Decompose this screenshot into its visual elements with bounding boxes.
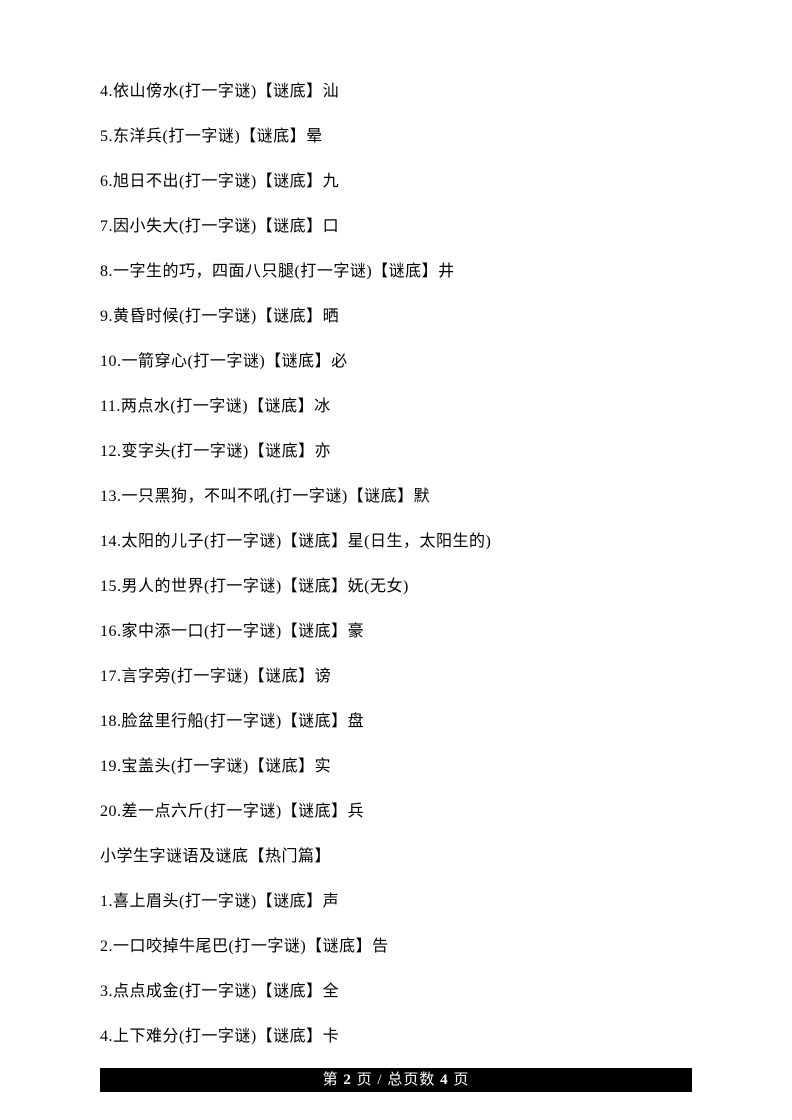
riddle-line: 19.宝盖头(打一字谜)【谜底】实 (100, 755, 692, 779)
riddle-line: 11.两点水(打一字谜)【谜底】冰 (100, 395, 692, 419)
section-heading: 小学生字谜语及谜底【热门篇】 (100, 845, 692, 869)
riddle-line: 3.点点成金(打一字谜)【谜底】全 (100, 980, 692, 1004)
riddle-line: 5.东洋兵(打一字谜)【谜底】晕 (100, 125, 692, 149)
riddle-line: 10.一箭穿心(打一字谜)【谜底】必 (100, 350, 692, 374)
footer-suffix: 页 (449, 1072, 470, 1088)
riddle-line: 13.一只黑狗，不叫不吼(打一字谜)【谜底】默 (100, 485, 692, 509)
riddle-line: 6.旭日不出(打一字谜)【谜底】九 (100, 170, 692, 194)
current-page-number: 2 (343, 1072, 352, 1088)
footer-mid: 页 / 总页数 (352, 1072, 440, 1088)
riddle-line: 8.一字生的巧，四面八只腿(打一字谜)【谜底】井 (100, 260, 692, 284)
riddle-line: 2.一口咬掉牛尾巴(打一字谜)【谜底】告 (100, 935, 692, 959)
riddle-line: 4.上下难分(打一字谜)【谜底】卡 (100, 1025, 692, 1049)
riddle-line: 9.黄昏时候(打一字谜)【谜底】晒 (100, 305, 692, 329)
document-body: 4.依山傍水(打一字谜)【谜底】汕 5.东洋兵(打一字谜)【谜底】晕 6.旭日不… (0, 0, 792, 1049)
riddle-line: 1.喜上眉头(打一字谜)【谜底】声 (100, 890, 692, 914)
riddle-line: 12.变字头(打一字谜)【谜底】亦 (100, 440, 692, 464)
riddle-line: 16.家中添一口(打一字谜)【谜底】豪 (100, 620, 692, 644)
page-footer: 第 2 页 / 总页数 4 页 (100, 1068, 692, 1092)
riddle-line: 4.依山傍水(打一字谜)【谜底】汕 (100, 80, 692, 104)
riddle-line: 14.太阳的儿子(打一字谜)【谜底】星(日生，太阳生的) (100, 530, 692, 554)
riddle-line: 20.差一点六斤(打一字谜)【谜底】兵 (100, 800, 692, 824)
total-page-number: 4 (440, 1072, 449, 1088)
riddle-line: 17.言字旁(打一字谜)【谜底】谤 (100, 665, 692, 689)
riddle-line: 15.男人的世界(打一字谜)【谜底】妩(无女) (100, 575, 692, 599)
footer-prefix: 第 (323, 1072, 344, 1088)
riddle-line: 7.因小失大(打一字谜)【谜底】口 (100, 215, 692, 239)
riddle-line: 18.脸盆里行船(打一字谜)【谜底】盘 (100, 710, 692, 734)
